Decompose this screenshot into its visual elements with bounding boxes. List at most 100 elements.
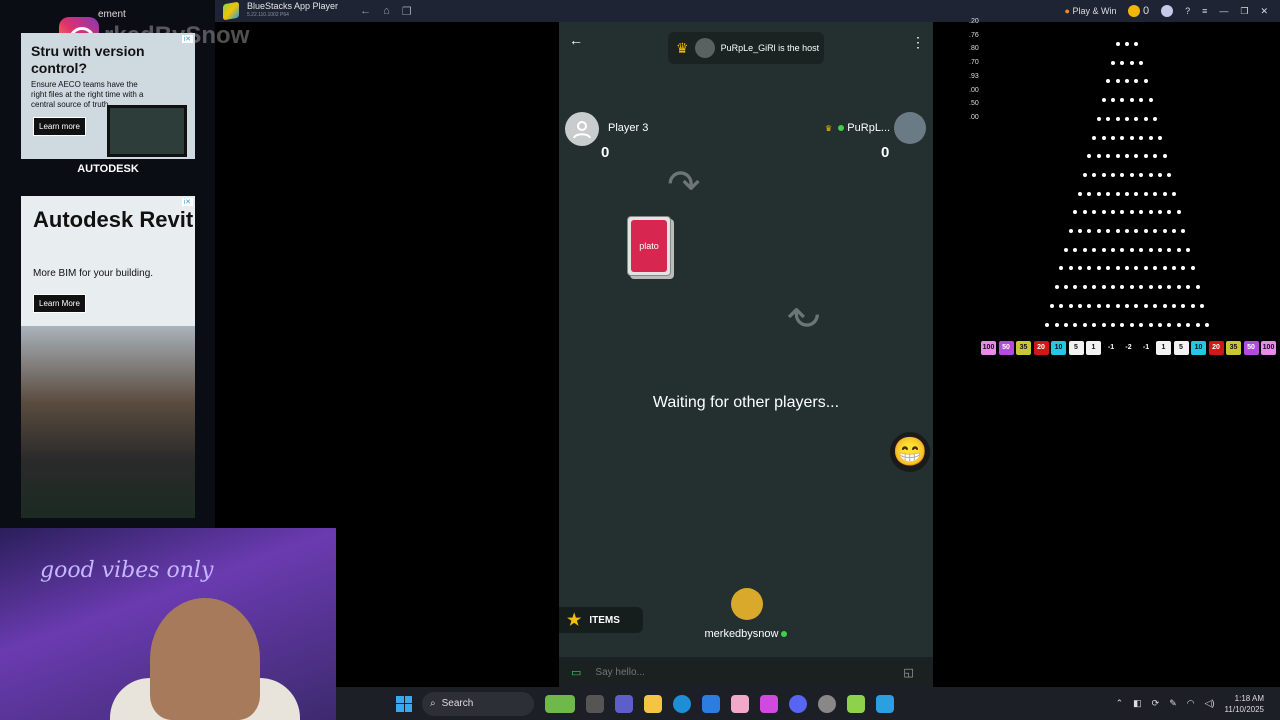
turn-arrow-bottom-icon: ↷: [787, 291, 821, 335]
plinko-peg: [1115, 266, 1120, 271]
start-icon[interactable]: [396, 695, 412, 712]
tray-sync-icon[interactable]: ⟳: [1152, 698, 1160, 709]
sticker-icon[interactable]: ◱: [903, 666, 913, 679]
home-icon[interactable]: ⌂: [383, 5, 390, 17]
copilot-icon[interactable]: [760, 694, 778, 713]
plinko-peg: [1101, 285, 1106, 290]
coin-balance[interactable]: 0: [1128, 5, 1149, 18]
plinko-peg: [1181, 229, 1186, 233]
plinko-peg: [1054, 285, 1059, 290]
plinko-peg: [1059, 303, 1064, 308]
notepad-icon[interactable]: [876, 694, 894, 713]
tray-app-icon[interactable]: ◧: [1133, 698, 1142, 709]
plinko-peg: [1139, 98, 1144, 103]
store-icon[interactable]: [702, 694, 720, 713]
clock[interactable]: 1:18 AM 11/10/2025: [1225, 693, 1264, 715]
my-avatar[interactable]: [731, 588, 763, 620]
autodesk-ad-1[interactable]: i✕ Stru with version control? Ensure AEC…: [21, 33, 195, 179]
online-dot: [838, 125, 845, 131]
online-dot: [781, 631, 788, 637]
volume-icon[interactable]: ◁): [1205, 698, 1215, 709]
plinko-peg: [1096, 191, 1101, 196]
back-arrow-icon[interactable]: ←: [569, 32, 583, 48]
bluestacks-taskbar-icon[interactable]: [847, 694, 865, 713]
wifi-icon[interactable]: ◠: [1187, 698, 1195, 709]
plinko-peg: [1125, 154, 1129, 159]
emoji-button[interactable]: 😁: [890, 432, 930, 472]
ad-info-icon[interactable]: i✕: [181, 198, 193, 206]
plinko-peg: [1134, 79, 1139, 84]
close-icon[interactable]: ✕: [1260, 6, 1268, 17]
taskbar-search[interactable]: ⌕ Search: [422, 691, 534, 716]
menu-icon[interactable]: ≡: [1202, 6, 1207, 16]
learn-more-button[interactable]: Learn More: [33, 294, 86, 313]
chat-input[interactable]: [595, 666, 886, 678]
plinko-peg: [1092, 322, 1097, 327]
plinko-peg: [1176, 285, 1181, 290]
avatar-icon[interactable]: [1161, 5, 1174, 17]
plinko-slot: 35: [1226, 341, 1241, 355]
advertisement-label: ement: [98, 9, 126, 20]
plinko-peg: [1162, 154, 1167, 159]
plinko-peg: [1068, 229, 1073, 233]
chevron-up-icon[interactable]: ⌃: [1116, 698, 1124, 709]
plinko-peg: [1125, 191, 1129, 196]
plinko-peg: [1148, 135, 1153, 140]
plinko-peg: [1143, 154, 1148, 159]
tray-pen-icon[interactable]: ✎: [1169, 698, 1177, 709]
plinko-peg: [1172, 266, 1176, 271]
plinko-peg: [1157, 322, 1162, 327]
ad-info-icon[interactable]: i✕: [181, 35, 193, 43]
ad-body: More BIM for your building.: [33, 268, 154, 279]
plinko-peg: [1101, 98, 1106, 103]
plinko-peg: [1134, 229, 1139, 233]
plinko-peg: [1129, 60, 1134, 65]
file-explorer-icon[interactable]: [644, 694, 662, 713]
plinko-peg: [1120, 172, 1125, 177]
plinko-peg: [1195, 285, 1200, 290]
plinko-peg: [1162, 191, 1167, 196]
plinko-peg: [1148, 322, 1153, 327]
streamer-face: [150, 598, 260, 720]
building-image: [21, 326, 195, 518]
plinko-peg: [1068, 266, 1073, 271]
discord-icon[interactable]: [789, 694, 807, 713]
card-deck[interactable]: plato: [627, 216, 671, 276]
app-icon[interactable]: [731, 694, 749, 713]
crown-icon: ♛: [676, 39, 689, 56]
help-icon[interactable]: ?: [1185, 6, 1190, 16]
task-view-icon[interactable]: [586, 694, 604, 713]
teams-icon[interactable]: [615, 694, 633, 713]
minimize-icon[interactable]: —: [1219, 6, 1228, 16]
plinko-peg: [1176, 247, 1181, 252]
plinko-peg: [1129, 135, 1134, 140]
plinko-peg: [1167, 247, 1172, 252]
play-win-button[interactable]: ● Play & Win: [1064, 6, 1116, 16]
learn-more-button[interactable]: Learn more: [33, 117, 86, 136]
plinko-peg: [1172, 229, 1176, 233]
plinko-peg: [1153, 229, 1158, 233]
plinko-peg: [1148, 98, 1153, 103]
obs-icon[interactable]: [818, 694, 836, 713]
edge-icon[interactable]: [673, 694, 691, 713]
plinko-peg: [1082, 247, 1087, 252]
plinko-peg: [1096, 303, 1101, 308]
plinko-peg: [1129, 322, 1134, 327]
plinko-peg: [1143, 303, 1148, 308]
plinko-peg: [1139, 172, 1144, 177]
chat-bar: ▭ ◱: [559, 657, 933, 687]
player-right-avatar[interactable]: [894, 112, 926, 144]
more-options-icon[interactable]: ⋮: [911, 34, 925, 51]
widgets-icon[interactable]: [545, 694, 575, 713]
plinko-peg: [1087, 266, 1092, 271]
player-3-avatar[interactable]: [565, 112, 599, 146]
plinko-slot: -1: [1138, 341, 1154, 355]
multi-instance-icon[interactable]: ❐: [402, 5, 412, 18]
restore-icon[interactable]: ❐: [1240, 6, 1248, 17]
star-icon: ★: [567, 612, 582, 629]
window-version: 5.22.110.1002 P64: [247, 12, 289, 18]
autodesk-ad-2[interactable]: i✕ Autodesk Revit More BIM for your buil…: [21, 196, 195, 518]
multiplier-readout: .70: [969, 59, 979, 67]
back-icon[interactable]: ←: [360, 5, 371, 17]
plinko-peg: [1101, 210, 1106, 215]
